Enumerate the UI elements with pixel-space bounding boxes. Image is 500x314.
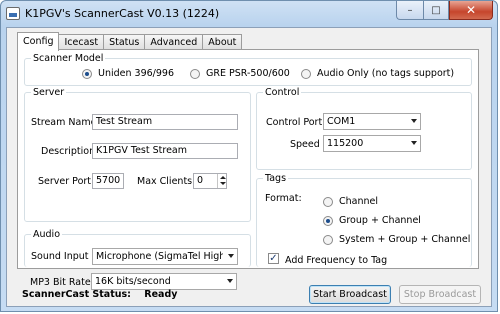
spin-buttons[interactable] (217, 174, 226, 188)
status-value: Ready (144, 289, 178, 300)
checkmark-icon: ✓ (269, 253, 278, 264)
max-clients-value: 0 (197, 175, 204, 186)
mp3-bitrate-value: 16K bits/second (95, 276, 171, 287)
client-area: Config Icecast Status Advanced About Sca… (6, 27, 492, 307)
tab-status[interactable]: Status (103, 34, 146, 50)
dropdown-arrow-icon (227, 279, 233, 283)
radio-unselected-icon (301, 68, 311, 79)
spin-down-icon (220, 182, 226, 185)
scanner-model-legend: Scanner Model (33, 53, 104, 64)
radio-audio-only[interactable]: Audio Only (no tags support) (301, 68, 454, 79)
radio-uniden[interactable]: Uniden 396/996 (82, 68, 174, 79)
maximize-button[interactable]: □ (423, 1, 449, 20)
server-port-label: Server Port (38, 176, 92, 187)
status-line: ScannerCast Status: Ready (22, 289, 177, 300)
minimize-button[interactable]: – (396, 1, 423, 20)
radio-tag-group-channel[interactable]: Group + Channel (323, 215, 421, 226)
radio-unselected-icon (190, 68, 200, 79)
description-label: Description (41, 146, 96, 157)
add-frequency-checkbox[interactable]: ✓ (268, 253, 279, 264)
radio-selected-icon (82, 68, 92, 79)
radio-unselected-icon (323, 196, 333, 207)
server-legend: Server (33, 87, 65, 98)
sound-input-value: Microphone (SigmaTel High Defi (96, 251, 223, 262)
radio-tag-system-group-channel-label: System + Group + Channel (339, 234, 471, 245)
status-label: ScannerCast Status: (22, 289, 131, 300)
dropdown-arrow-icon (228, 254, 234, 258)
spin-up-icon (220, 176, 226, 179)
close-button[interactable]: ✕ (449, 1, 493, 20)
sound-input-select[interactable]: Microphone (SigmaTel High Defi (92, 248, 238, 265)
control-port-label: Control Port (266, 117, 323, 128)
max-clients-label: Max Clients: (137, 176, 196, 187)
description-input[interactable]: K1PGV Test Stream (92, 143, 238, 159)
stream-name-input[interactable]: Test Stream (92, 114, 238, 130)
dropdown-arrow-icon (411, 119, 417, 123)
stream-name-label: Stream Name (31, 117, 97, 128)
maximize-icon: □ (431, 4, 441, 16)
control-legend: Control (265, 87, 300, 98)
max-clients-stepper[interactable]: 0 (193, 173, 227, 189)
radio-tag-group-channel-label: Group + Channel (339, 215, 421, 226)
speed-label: Speed (290, 139, 320, 150)
start-broadcast-button[interactable]: Start Broadcast (309, 285, 391, 304)
tab-icecast[interactable]: Icecast (58, 34, 105, 50)
config-tab-page: Scanner Model Uniden 396/996 GRE PSR-500… (17, 49, 479, 269)
tab-strip: Config Icecast Status Advanced About (17, 32, 243, 51)
window-title: K1PGV's ScannerCast V0.13 (1224) (25, 7, 220, 20)
close-icon: ✕ (465, 3, 477, 17)
tab-advanced[interactable]: Advanced (144, 34, 204, 50)
sound-input-label: Sound Input (31, 251, 89, 262)
tab-about[interactable]: About (202, 34, 243, 50)
dropdown-arrow-icon (411, 141, 417, 145)
add-frequency-label: Add Frequency to Tag (285, 255, 388, 266)
speed-value: 115200 (327, 138, 364, 149)
radio-tag-system-group-channel[interactable]: System + Group + Channel (323, 234, 470, 245)
format-label: Format: (265, 193, 302, 204)
app-window: K1PGV's ScannerCast V0.13 (1224) – □ ✕ C… (0, 0, 498, 312)
window-controls: – □ ✕ (396, 1, 493, 20)
control-port-select[interactable]: COM1 (323, 113, 421, 130)
radio-selected-icon (323, 215, 333, 226)
speed-select[interactable]: 115200 (323, 135, 421, 152)
minimize-icon: – (407, 4, 413, 16)
mp3-bitrate-select[interactable]: 16K bits/second (91, 273, 237, 290)
server-port-input[interactable]: 5700 (92, 173, 124, 189)
tags-legend: Tags (265, 173, 287, 184)
radio-tag-channel[interactable]: Channel (323, 196, 378, 207)
radio-unselected-icon (323, 234, 333, 245)
radio-gre-label: GRE PSR-500/600 (206, 68, 290, 79)
radio-audio-only-label: Audio Only (no tags support) (317, 68, 455, 79)
title-bar[interactable]: K1PGV's ScannerCast V0.13 (1224) – □ ✕ (1, 1, 497, 27)
radio-uniden-label: Uniden 396/996 (98, 68, 174, 79)
audio-legend: Audio (33, 229, 61, 240)
app-icon (6, 7, 20, 20)
mp3-bitrate-label: MP3 Bit Rate (30, 277, 91, 288)
radio-tag-channel-label: Channel (339, 196, 379, 207)
tab-config[interactable]: Config (17, 32, 60, 51)
stop-broadcast-button[interactable]: Stop Broadcast (399, 285, 481, 304)
control-port-value: COM1 (327, 116, 356, 127)
radio-gre[interactable]: GRE PSR-500/600 (190, 68, 290, 79)
